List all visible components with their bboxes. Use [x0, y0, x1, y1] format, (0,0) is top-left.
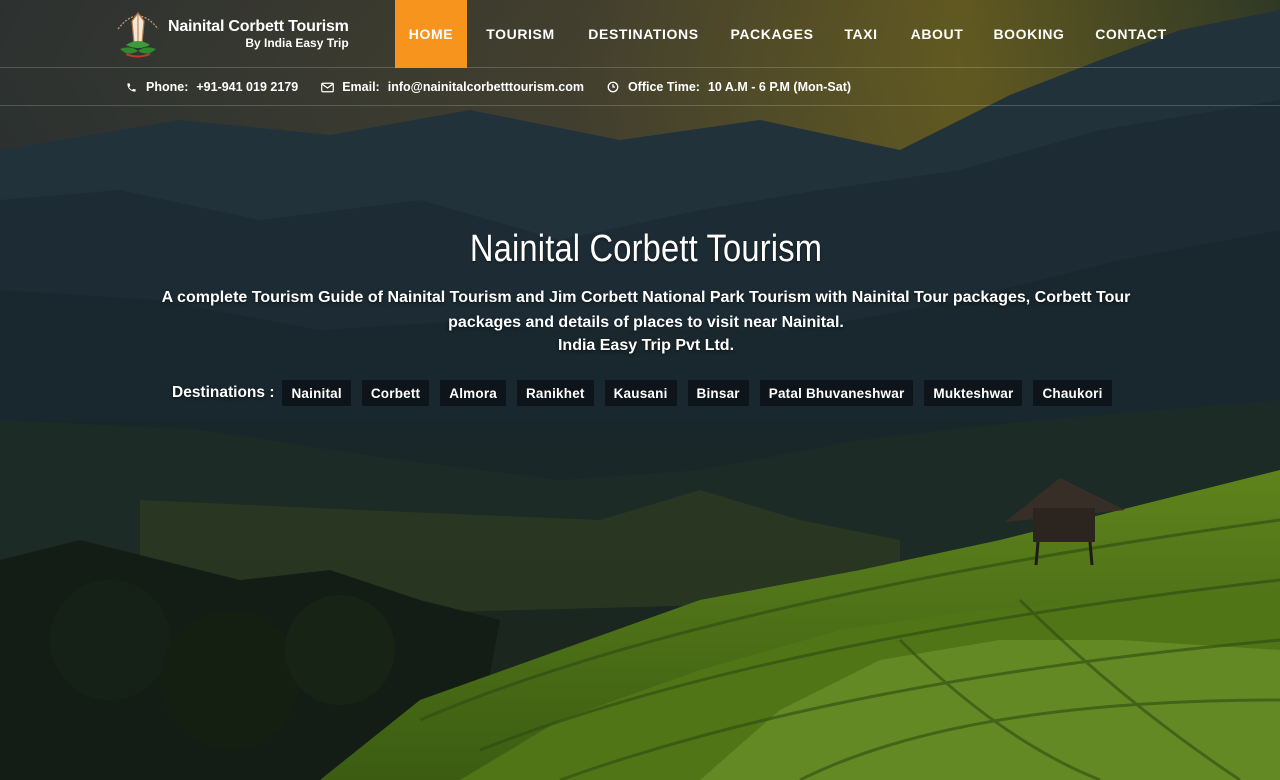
email-info[interactable]: Email: info@nainitalcorbetttourism.com: [320, 80, 584, 94]
phone-number: +91-941 019 2179: [196, 80, 299, 94]
phone-info[interactable]: Phone: +91-941 019 2179: [124, 80, 298, 94]
destinations-row: Destinations : Nainital Corbett Almora R…: [172, 380, 1123, 406]
nav-booking[interactable]: BOOKING: [983, 0, 1075, 68]
destination-chip-patal-bhuvaneshwar[interactable]: Patal Bhuvaneshwar: [759, 380, 914, 406]
destination-chip-kausani[interactable]: Kausani: [604, 380, 677, 406]
email-address: info@nainitalcorbetttourism.com: [387, 80, 584, 94]
main-navigation: HOME TOURISM DESTINATIONS PACKAGES TAXI …: [395, 0, 1187, 68]
clock-icon: [606, 80, 620, 94]
destinations-label: Destinations :: [172, 384, 275, 401]
brand-title: Nainital Corbett Tourism: [168, 17, 349, 35]
office-time-label: Office Time:: [627, 80, 700, 94]
destination-chip-binsar[interactable]: Binsar: [687, 380, 749, 406]
phone-label: Phone:: [146, 80, 189, 94]
nav-packages[interactable]: PACKAGES: [713, 0, 831, 68]
site-header: Nainital Corbett Tourism By India Easy T…: [0, 0, 1280, 68]
office-time-info: Office Time: 10 A.M - 6 P.M (Mon-Sat): [606, 80, 851, 94]
envelope-icon: [320, 80, 334, 94]
destination-chip-nainital[interactable]: Nainital: [282, 380, 351, 406]
namaste-emblem-icon: [112, 7, 164, 61]
email-label: Email:: [342, 80, 380, 94]
nav-taxi[interactable]: TAXI: [831, 0, 891, 68]
destination-chip-ranikhet[interactable]: Ranikhet: [516, 380, 594, 406]
nav-home[interactable]: HOME: [395, 0, 467, 68]
phone-icon: [124, 80, 138, 94]
site-logo[interactable]: Nainital Corbett Tourism By India Easy T…: [112, 6, 352, 62]
destination-chip-almora[interactable]: Almora: [440, 380, 506, 406]
contact-info-bar: Phone: +91-941 019 2179 Email: info@nain…: [0, 69, 1280, 106]
brand-subtitle: By India Easy Trip: [245, 36, 349, 51]
nav-destinations[interactable]: DESTINATIONS: [574, 0, 713, 68]
hero-company-name: India Easy Trip Pvt Ltd.: [557, 337, 735, 354]
destination-chip-corbett[interactable]: Corbett: [361, 380, 430, 406]
nav-tourism[interactable]: TOURISM: [467, 0, 574, 68]
hero-title: Nainital Corbett Tourism: [469, 228, 823, 270]
hero-description: A complete Tourism Guide of Nainital Tou…: [161, 289, 1131, 331]
office-time-value: 10 A.M - 6 P.M (Mon-Sat): [707, 80, 852, 94]
nav-contact[interactable]: CONTACT: [1075, 0, 1187, 68]
destination-chip-chaukori[interactable]: Chaukori: [1033, 380, 1112, 406]
nav-about[interactable]: ABOUT: [891, 0, 983, 68]
destination-chip-mukteshwar[interactable]: Mukteshwar: [924, 380, 1023, 406]
